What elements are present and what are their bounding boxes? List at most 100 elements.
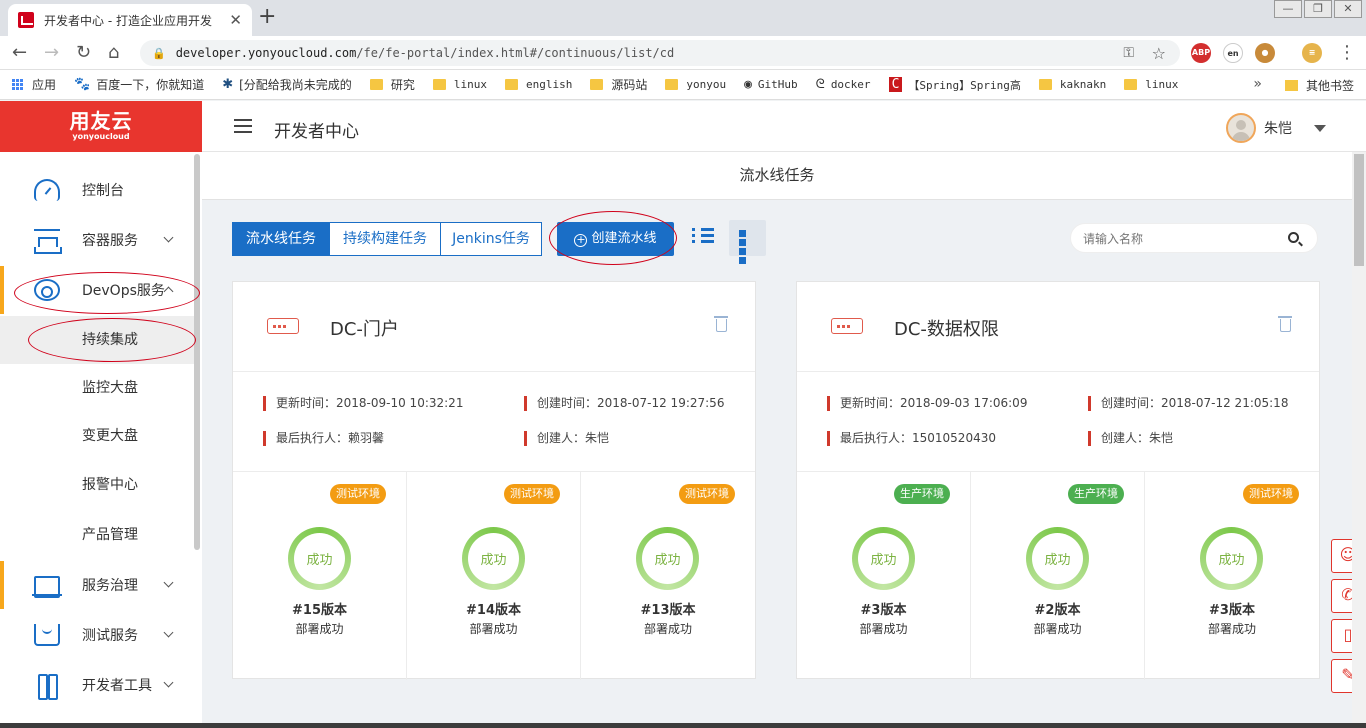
sidebar-item-monitor[interactable]: 监控大盘: [0, 364, 194, 412]
deploy-status: 部署成功: [1207, 622, 1256, 636]
folder-icon: [1038, 79, 1052, 90]
adblock-icon[interactable]: ABP: [1191, 43, 1211, 63]
burger-icon[interactable]: ≡: [1302, 43, 1322, 63]
pipeline-name[interactable]: DC-数据权限: [894, 315, 999, 341]
bookmark-other[interactable]: 其他书签: [1284, 70, 1354, 99]
bookmark-folder-research[interactable]: 研究: [369, 76, 415, 93]
sidebar-item-governance[interactable]: 服务治理: [0, 561, 194, 609]
window-close-icon[interactable]: ✕: [1334, 0, 1362, 18]
home-icon[interactable]: ⌂: [108, 42, 119, 64]
sidebar-item-alerts[interactable]: 报警中心: [0, 461, 194, 509]
tab-continuous-build[interactable]: 持续构建任务: [329, 222, 441, 256]
env-badge: 生产环境: [894, 484, 950, 504]
env-badge: 测试环境: [1243, 484, 1299, 504]
deploy-status: 部署成功: [859, 622, 908, 636]
search-input[interactable]: [1083, 230, 1283, 248]
deploy-status: 部署成功: [643, 622, 692, 636]
list-view-icon[interactable]: [692, 228, 714, 248]
sidebar-item-products[interactable]: 产品管理: [0, 511, 194, 559]
bookmark-folder-linux[interactable]: linux: [432, 78, 487, 91]
sidebar-item-devtools[interactable]: 开发者工具: [0, 661, 194, 709]
bookmark-baidu[interactable]: 🐾 百度一下，你就知道: [74, 76, 204, 93]
trash-icon[interactable]: [1278, 316, 1292, 332]
browser-tab[interactable]: 开发者中心 - 打造企业应用开发 ✕: [8, 4, 252, 36]
pipeline-card[interactable]: DC-门户 更新时间：2018-09-10 10:32:21 创建时间：2018…: [232, 281, 756, 680]
build-item[interactable]: 生产环境 成功 #3版本 部署成功: [797, 472, 971, 680]
scrollbar-thumb[interactable]: [1354, 154, 1364, 266]
sidebar-item-testing[interactable]: 测试服务: [0, 611, 194, 659]
cookie-icon[interactable]: ●: [1255, 43, 1275, 63]
build-version: #2版本: [1034, 603, 1081, 618]
build-item[interactable]: 生产环境 成功 #2版本 部署成功: [971, 472, 1145, 680]
bookmark-docker[interactable]: ᘓ docker: [816, 77, 871, 92]
translate-icon[interactable]: en: [1223, 43, 1243, 63]
browser-toolbar: ← → ↻ ⌂ 🔒 developer.yonyoucloud.com/fe/f…: [0, 36, 1366, 70]
sidebar-item-container[interactable]: 容器服务: [0, 216, 194, 264]
build-version: #3版本: [1209, 603, 1255, 618]
page-scrollbar[interactable]: [1352, 152, 1366, 728]
hamburger-menu-icon[interactable]: [234, 119, 252, 133]
more-bookmarks-icon[interactable]: »: [1253, 76, 1262, 92]
success-ring-icon: 成功: [1026, 527, 1089, 590]
bookmark-folder-english[interactable]: english: [504, 78, 572, 91]
build-version: #13版本: [640, 603, 696, 618]
docker-icon: ᘓ: [815, 77, 825, 92]
tools-icon: [34, 674, 60, 700]
container-icon: [34, 229, 62, 254]
key-icon[interactable]: ⚿: [1123, 45, 1134, 61]
bookmark-folder-linux-2[interactable]: linux: [1124, 78, 1178, 91]
user-menu[interactable]: 朱恺: [1226, 113, 1326, 143]
bookmark-github[interactable]: ◉ GitHub: [744, 77, 798, 92]
bookmark-apps[interactable]: 应用: [12, 76, 56, 93]
pipeline-name[interactable]: DC-门户: [330, 315, 399, 341]
back-icon[interactable]: ←: [12, 42, 27, 64]
menu-dots-icon[interactable]: ⋮: [1338, 42, 1356, 64]
sidebar-scrollbar[interactable]: [194, 154, 200, 550]
brand-logo[interactable]: 用友云 yonyoucloud: [0, 101, 202, 152]
build-item[interactable]: 测试环境 成功 #15版本 部署成功: [233, 472, 407, 680]
build-item[interactable]: 测试环境 成功 #13版本 部署成功: [581, 472, 755, 680]
trash-icon[interactable]: [714, 316, 728, 332]
sidebar-item-console[interactable]: 控制台: [0, 166, 194, 214]
build-item[interactable]: 测试环境 成功 #14版本 部署成功: [407, 472, 581, 680]
folder-icon: [504, 79, 518, 90]
tab-jenkins[interactable]: Jenkins任务: [440, 222, 542, 256]
new-tab-icon[interactable]: +: [258, 5, 276, 29]
last-executor: 最后执行人：15010520430: [827, 431, 996, 446]
caret-down-icon[interactable]: [1314, 124, 1326, 132]
env-badge: 测试环境: [679, 484, 735, 504]
lock-icon[interactable]: 🔒: [152, 47, 166, 60]
grid-view-icon[interactable]: [729, 220, 766, 264]
highlight-ellipse: [14, 272, 200, 314]
folder-icon: [665, 79, 679, 90]
restore-icon[interactable]: ❐: [1304, 0, 1332, 18]
avatar[interactable]: [1226, 113, 1256, 143]
bookmark-jira[interactable]: ✱ [分配给我尚未完成的: [222, 76, 352, 93]
bookmark-star-icon[interactable]: ☆: [1152, 44, 1166, 63]
window-controls: — ❐ ✕: [1272, 0, 1362, 18]
sidebar-item-label: 开发者工具: [82, 678, 152, 694]
sidebar-item-changes[interactable]: 变更大盘: [0, 412, 194, 460]
minimize-icon[interactable]: —: [1274, 0, 1302, 18]
sidebar-item-label: 容器服务: [82, 233, 138, 249]
build-item[interactable]: 测试环境 成功 #3版本 部署成功: [1145, 472, 1319, 680]
success-ring-icon: 成功: [636, 527, 699, 590]
build-list: 测试环境 成功 #15版本 部署成功 测试环境 成功 #14版本 部署成功 测试…: [233, 471, 755, 680]
logo-subtext: yonyoucloud: [72, 132, 130, 141]
bookmark-folder-kaknakn[interactable]: kaknakn: [1038, 78, 1106, 91]
env-badge: 测试环境: [330, 484, 386, 504]
chevron-down-icon: [163, 677, 174, 688]
forward-icon[interactable]: →: [44, 42, 59, 64]
build-version: #3版本: [860, 603, 907, 618]
address-bar[interactable]: 🔒 developer.yonyoucloud.com/fe/fe-portal…: [140, 40, 1180, 66]
tab-pipeline[interactable]: 流水线任务: [232, 222, 330, 256]
tab-close-icon[interactable]: ✕: [229, 11, 242, 29]
search-icon[interactable]: [1288, 232, 1299, 243]
created-time: 创建时间：2018-07-12 19:27:56: [524, 396, 724, 411]
bookmark-folder-source[interactable]: 源码站: [590, 76, 647, 93]
reload-icon[interactable]: ↻: [76, 42, 91, 64]
pipeline-card[interactable]: DC-数据权限 更新时间：2018-09-03 17:06:09 创建时间：20…: [796, 281, 1320, 680]
chevron-down-icon: [163, 577, 174, 588]
bookmark-csdn[interactable]: C 【Spring】Spring高: [888, 77, 1021, 93]
bookmark-folder-yonyou[interactable]: yonyou: [665, 78, 726, 91]
